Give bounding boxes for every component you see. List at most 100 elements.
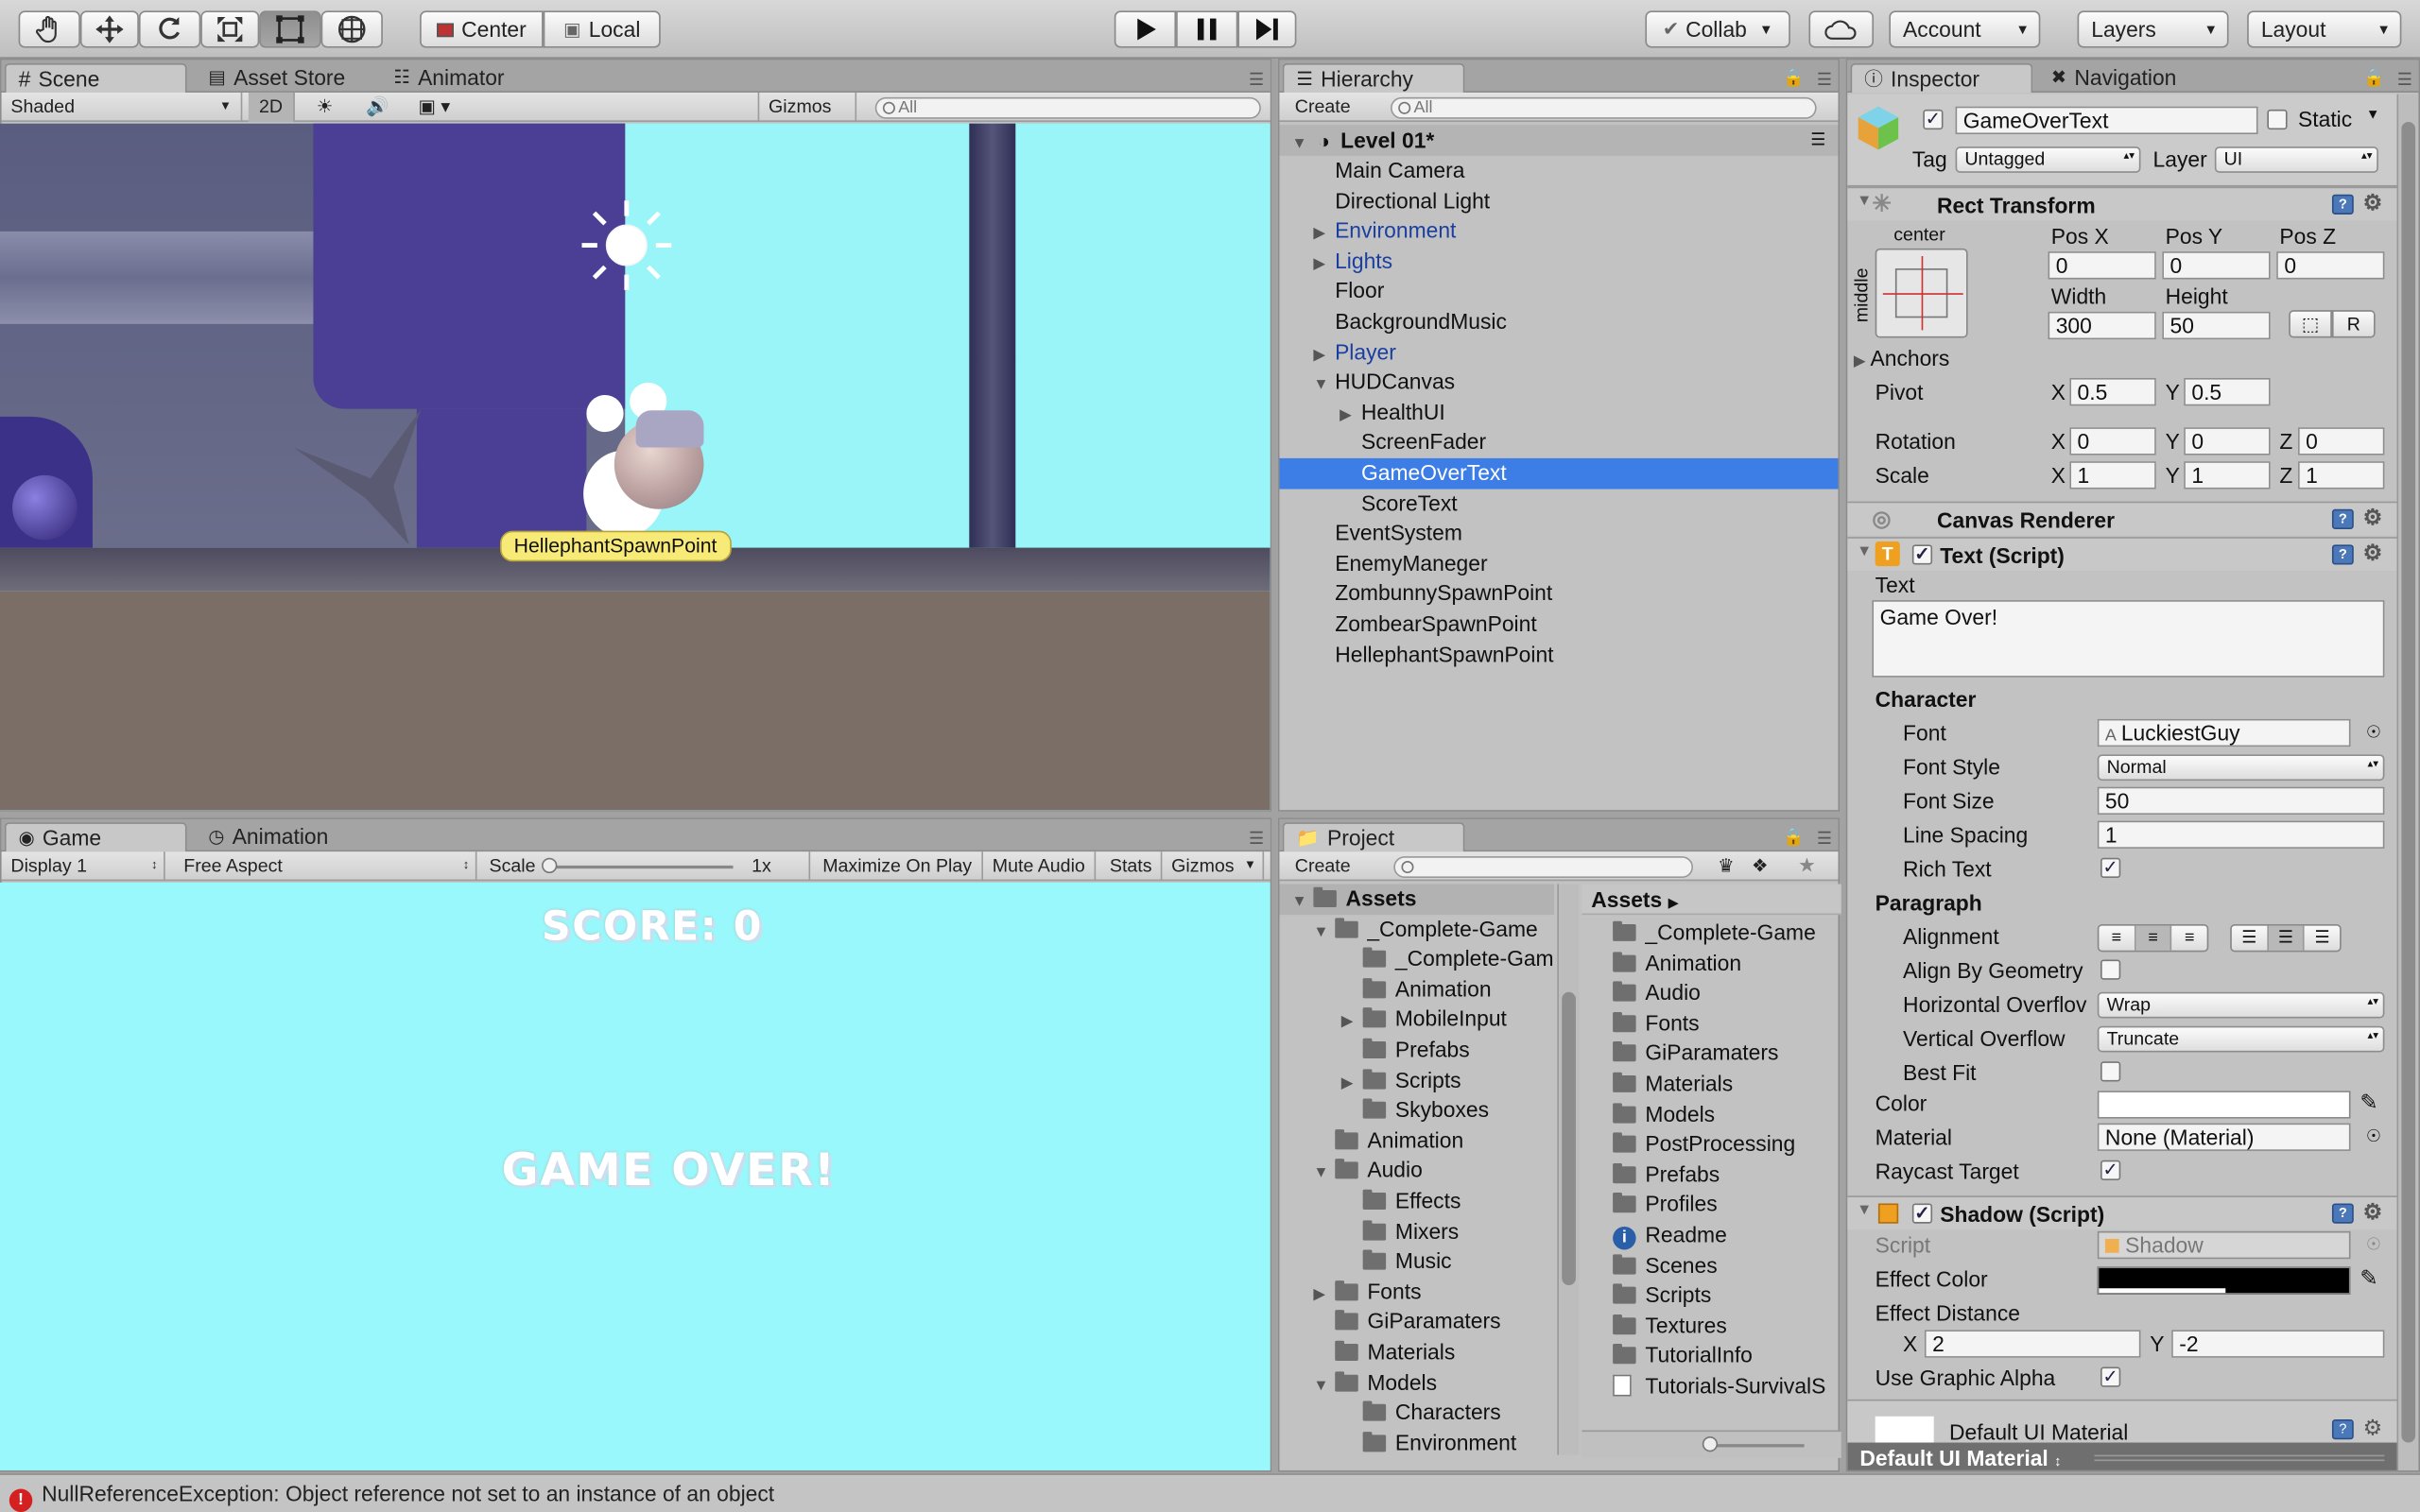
asset-item[interactable]: GiParamaters [1613, 1039, 1778, 1069]
align-right-icon[interactable]: ≡ [2172, 926, 2207, 951]
cloud-button[interactable] [1808, 10, 1875, 48]
spawn-point-label[interactable]: HellephantSpawnPoint [499, 530, 732, 562]
gear-icon[interactable]: ⚙ [2363, 505, 2383, 531]
hierarchy-item[interactable]: ▶ HealthUI [1279, 398, 1838, 428]
gizmos-dropdown[interactable]: Gizmos ▼ [757, 92, 857, 144]
panel-menu-icon[interactable]: ☰ [1249, 829, 1264, 849]
scene-root-row[interactable]: ▼ ◑ Level 01* ☰ [1279, 125, 1839, 156]
layer-dropdown[interactable]: UI [2214, 146, 2378, 173]
align-middle-icon[interactable]: ☰ [2268, 925, 2306, 951]
rect-tool-icon[interactable] [259, 10, 321, 48]
tree-item[interactable]: ▶ MobileInput [1279, 1005, 1507, 1035]
project-create-dropdown[interactable]: Create ▼ [1286, 851, 1375, 902]
tab-project[interactable]: 📁 Project [1282, 822, 1465, 852]
effect-distance-y-field[interactable]: -2 [2171, 1330, 2385, 1358]
pause-button[interactable] [1176, 10, 1238, 48]
tab-animator[interactable]: ☷ Animator [381, 63, 516, 93]
scale-thumb[interactable] [542, 857, 558, 874]
icon-size-slider[interactable] [1702, 1435, 1719, 1452]
tree-item[interactable]: Animation [1279, 975, 1492, 1005]
tab-scene[interactable]: # Scene [4, 62, 187, 93]
pivot-local-button[interactable]: ▣ Local [543, 10, 661, 48]
pos-x-field[interactable]: 0 [2048, 251, 2156, 280]
tree-item[interactable]: GiParamaters [1279, 1307, 1501, 1337]
hierarchy-item[interactable]: ZombearSpawnPoint [1279, 610, 1838, 640]
asset-item[interactable]: Scenes [1613, 1250, 1718, 1280]
blueprint-mode-button[interactable]: ⬚ [2289, 310, 2332, 338]
tab-asset-store[interactable]: ▤ Asset Store [196, 63, 357, 93]
use-graphic-alpha-checkbox[interactable]: ✓ [2100, 1367, 2121, 1387]
gear-icon[interactable]: ⚙ [2363, 190, 2383, 216]
hierarchy-item[interactable]: EventSystem [1279, 519, 1838, 549]
panel-menu-icon[interactable]: ☰ [1817, 69, 1832, 90]
collab-dropdown[interactable]: ✔ Collab ▼ [1645, 10, 1790, 48]
height-field[interactable]: 50 [2162, 311, 2271, 340]
collapse-arrow-icon[interactable]: ▼ [1857, 193, 1872, 210]
shading-mode-dropdown[interactable]: Shaded ▼ [2, 92, 243, 122]
width-field[interactable]: 300 [2048, 311, 2156, 340]
gear-icon[interactable]: ⚙ [2363, 1415, 2383, 1441]
expand-arrow-icon[interactable]: ▶ [1313, 1280, 1328, 1311]
game-gizmos-dropdown[interactable]: Gizmos ▼ [1162, 851, 1265, 882]
shadow-script-header[interactable]: ▼ ✓ Shadow (Script) ? ⚙ [1847, 1195, 2419, 1230]
asset-item[interactable]: i Readme [1613, 1220, 1727, 1250]
layers-dropdown[interactable]: Layers ▼ [2077, 10, 2229, 48]
align-geometry-checkbox[interactable] [2100, 959, 2121, 980]
rich-text-checkbox[interactable]: ✓ [2100, 857, 2121, 878]
pivot-x-field[interactable]: 0.5 [2069, 377, 2156, 406]
expand-arrow-icon[interactable]: ▶ [1313, 219, 1328, 249]
favorite-star-icon[interactable]: ★ [1789, 851, 1825, 881]
tag-dropdown[interactable]: Untagged [1955, 146, 2141, 173]
tree-item[interactable]: Skyboxes [1279, 1095, 1489, 1125]
font-size-field[interactable]: 50 [2097, 786, 2385, 816]
effect-distance-x-field[interactable]: 2 [1924, 1330, 2141, 1358]
align-top-icon[interactable]: ☰ [2232, 925, 2269, 951]
asset-item[interactable]: Fonts [1613, 1008, 1700, 1039]
move-tool-icon[interactable] [79, 10, 139, 48]
hierarchy-item[interactable]: Directional Light [1279, 186, 1838, 216]
rotation-x-field[interactable]: 0 [2069, 427, 2156, 455]
lock-icon[interactable]: 🔒 [1783, 68, 1804, 88]
text-value-area[interactable]: Game Over! [1872, 600, 2385, 678]
tree-item[interactable]: ▶ Scripts [1279, 1065, 1461, 1095]
status-bar[interactable]: ! NullReferenceException: Object referenc… [0, 1473, 2420, 1512]
tree-item[interactable]: ▼ Models [1279, 1367, 1437, 1398]
tab-hierarchy[interactable]: ☰ Hierarchy [1282, 62, 1465, 93]
tree-scrollbar[interactable] [1557, 884, 1580, 1455]
hierarchy-item[interactable]: EnemyManeger [1279, 549, 1838, 579]
stats-button[interactable]: Stats [1100, 851, 1163, 882]
horizontal-overflow-dropdown[interactable]: Wrap [2097, 991, 2385, 1019]
raycast-target-checkbox[interactable]: ✓ [2100, 1160, 2121, 1180]
scale-slider[interactable]: Scale 1x [480, 851, 811, 882]
anchor-preset-button[interactable] [1875, 248, 1968, 338]
anchors-foldout[interactable]: ▶ Anchors [1854, 346, 1950, 370]
hierarchy-item[interactable]: BackgroundMusic [1279, 307, 1838, 337]
gear-icon[interactable]: ⚙ [2363, 540, 2383, 566]
vertical-overflow-dropdown[interactable]: Truncate [2097, 1025, 2385, 1053]
hierarchy-item[interactable]: HellephantSpawnPoint [1279, 640, 1838, 670]
asset-item[interactable]: TutorialInfo [1613, 1341, 1753, 1371]
active-checkbox[interactable]: ✓ [1923, 110, 1944, 130]
rect-transform-header[interactable]: ▼ ✳ Rect Transform ? ⚙ [1847, 186, 2419, 221]
asset-item[interactable]: Animation [1613, 948, 1741, 978]
hand-tool-icon[interactable] [18, 10, 80, 48]
material-header[interactable]: Default UI Material ? ⚙ [1847, 1399, 2397, 1448]
filter-type-icon[interactable]: ♛ [1708, 851, 1743, 881]
hierarchy-item-selected[interactable]: GameOverText [1279, 457, 1839, 489]
scale-x-field[interactable]: 1 [2069, 461, 2156, 490]
game-viewport[interactable]: SCORE: 0 GAME OVER! [0, 882, 1270, 1470]
asset-item[interactable]: _Complete-Game [1613, 918, 1816, 948]
help-icon[interactable]: ? [2331, 1419, 2354, 1440]
object-picker-icon[interactable]: ☉ [2366, 1126, 2381, 1146]
expand-arrow-icon[interactable]: ▶ [1313, 249, 1328, 280]
inspector-scrollbar[interactable] [2396, 94, 2419, 1470]
scene-viewport[interactable]: HellephantSpawnPoint [0, 123, 1270, 811]
inspector-scroll-thumb[interactable] [2401, 121, 2416, 1443]
rotation-y-field[interactable]: 0 [2184, 427, 2271, 455]
hierarchy-item[interactable]: ▶ Lights [1279, 247, 1838, 277]
text-script-header[interactable]: ▼ T ✓ Text (Script) ? ⚙ [1847, 537, 2419, 572]
pos-y-field[interactable]: 0 [2162, 251, 2271, 280]
hierarchy-item[interactable]: Floor [1279, 277, 1838, 307]
asset-item[interactable]: PostProcessing [1613, 1129, 1795, 1160]
material-field[interactable]: None (Material) [2097, 1123, 2351, 1151]
